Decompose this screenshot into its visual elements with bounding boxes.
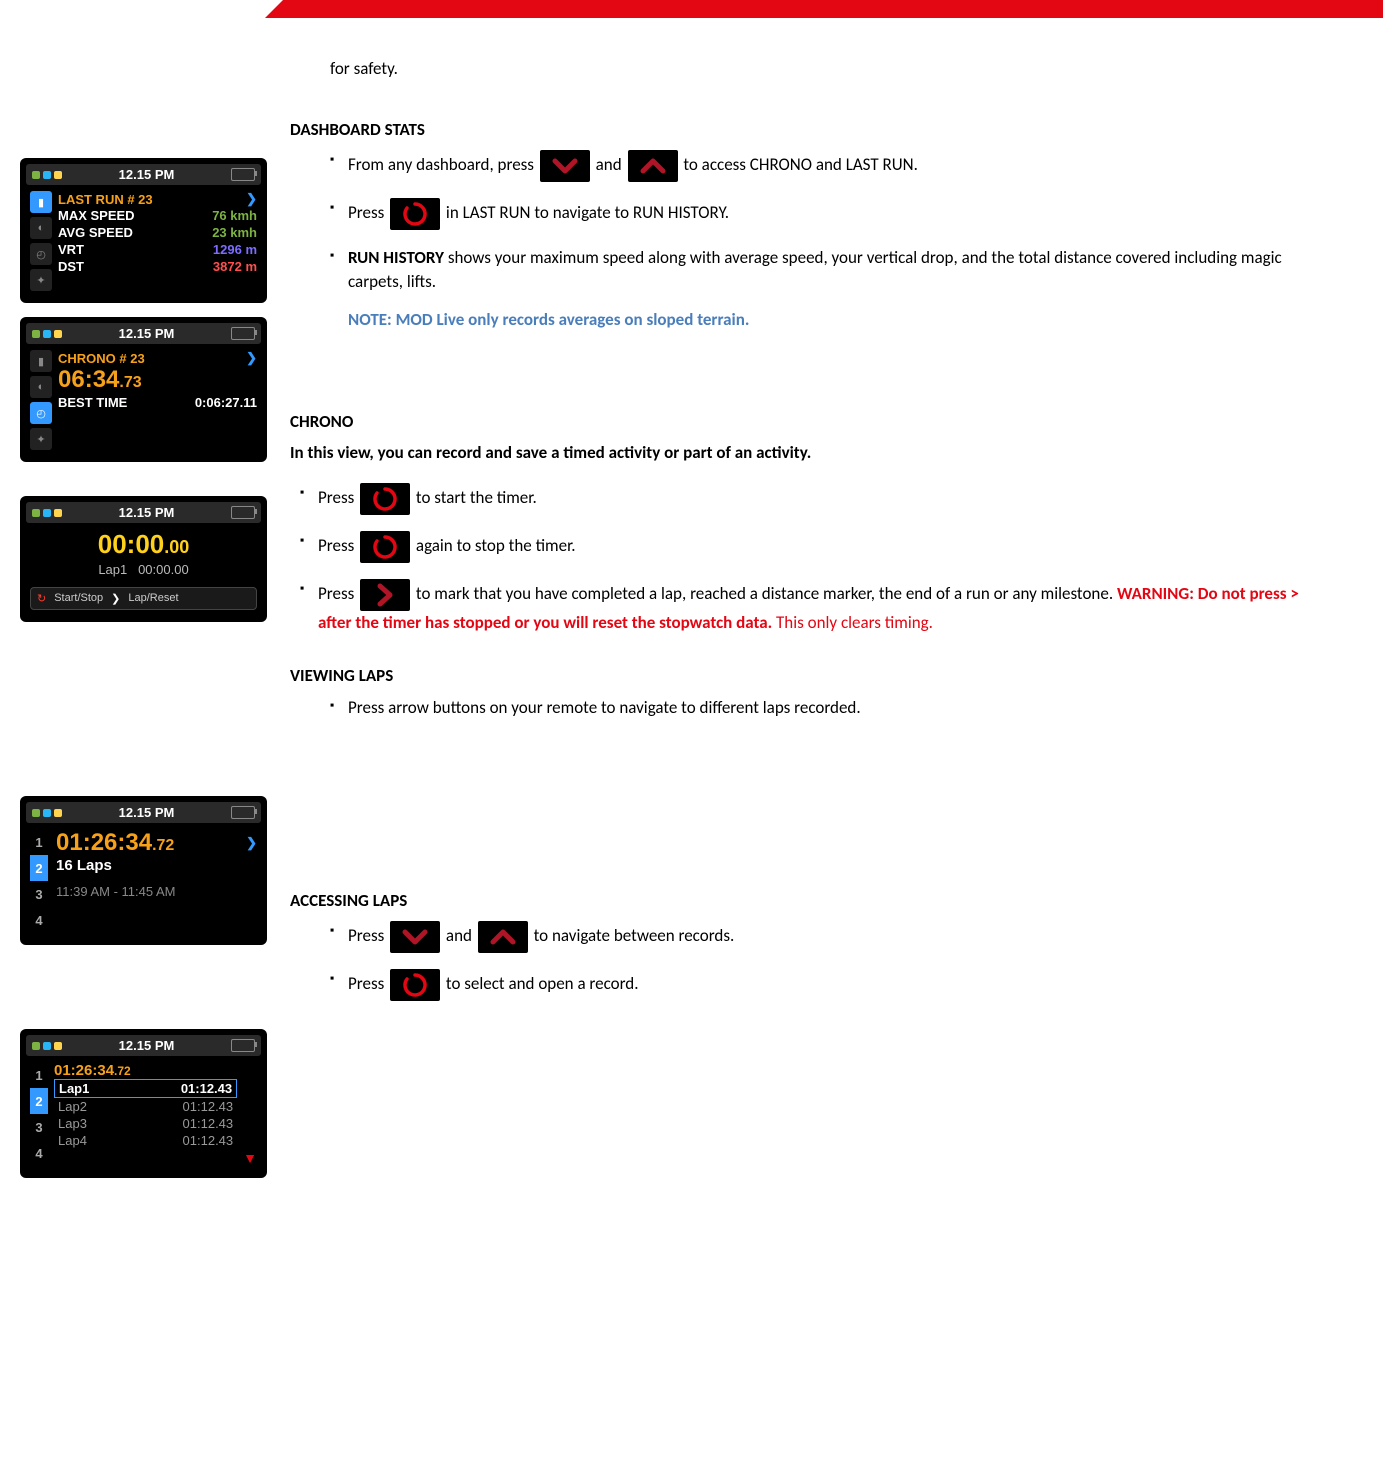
device-screenshot-laps-detail: 12.15 PM 1234 01:26:34.72 Lap101:12.43La…	[20, 1029, 267, 1178]
status-time: 12.15 PM	[119, 505, 175, 520]
content-column: for safety. DASHBOARD STATS From any das…	[290, 58, 1363, 1192]
timer-value: 00:00.00	[30, 529, 257, 560]
up-button-icon	[628, 150, 678, 182]
lapsview-time: 01:26:34.72	[56, 829, 174, 857]
dashboard-bullet-1: From any dashboard, press and to access …	[330, 150, 1323, 182]
lap-index: 3	[30, 881, 48, 907]
lapsview-count: 16 Laps	[56, 857, 257, 874]
status-time: 12.15 PM	[119, 805, 175, 820]
lapsdetail-header: 01:26:34.72	[54, 1062, 237, 1079]
dashboard-bullet-2: Press in LAST RUN to navigate to RUN HIS…	[330, 198, 1323, 230]
device-screenshot-lastrun: 12.15 PM ▮ ◐ ◴ ✦ LAST RUN # 23 ❯ MAX SPE…	[20, 158, 267, 303]
intro-trailing-text: for safety.	[330, 58, 1323, 79]
lap-index: 4	[30, 907, 48, 933]
status-time: 12.15 PM	[119, 326, 175, 341]
status-time: 12.15 PM	[119, 167, 175, 182]
next-button-icon	[360, 579, 410, 611]
select-button-icon	[390, 969, 440, 1001]
hint-startstop: Start/Stop	[54, 592, 103, 605]
lap-index: 2	[30, 855, 48, 881]
sidebar-stats-icon: ▮	[30, 350, 52, 372]
sidebar-gauge-icon: ◐	[30, 376, 52, 398]
stat-row: VRT1296 m	[58, 241, 257, 258]
chrono-bullet-1: Press to start the timer.	[300, 483, 1323, 515]
lap-index: 1	[30, 1062, 48, 1088]
stat-row: DST3872 m	[58, 258, 257, 275]
sidebar-gauge-icon: ◐	[30, 217, 52, 239]
access-bullet-1: Press and to navigate between records.	[330, 921, 1323, 953]
lap-row: Lap201:12.43	[54, 1098, 237, 1115]
header-banner	[0, 0, 1383, 18]
lastrun-header: LAST RUN # 23	[58, 192, 153, 207]
best-time-label: BEST TIME	[58, 395, 127, 410]
screenshot-column: 12.15 PM ▮ ◐ ◴ ✦ LAST RUN # 23 ❯ MAX SPE…	[20, 58, 270, 1192]
device-screenshot-laps-view: 12.15 PM 1234 01:26:34.72 ❯ 16 Laps 11:3…	[20, 796, 267, 945]
hint-lapreset: Lap/Reset	[128, 592, 178, 605]
up-button-icon	[478, 921, 528, 953]
down-arrow-icon: ▼	[243, 1150, 257, 1166]
chrono-header: CHRONO # 23	[58, 351, 145, 366]
access-bullet-2: Press to select and open a record.	[330, 969, 1323, 1001]
lap-index: 3	[30, 1114, 48, 1140]
dashboard-note: NOTE: MOD Live only records averages on …	[348, 309, 749, 330]
heading-accessing-laps: ACCESSING LAPS	[290, 890, 1323, 911]
next-icon: ❯	[246, 350, 257, 366]
heading-dashboard-stats: DASHBOARD STATS	[290, 119, 1323, 140]
sidebar-settings-icon: ✦	[30, 269, 52, 291]
heading-chrono: CHRONO	[290, 411, 1323, 432]
status-time: 12.15 PM	[119, 1038, 175, 1053]
lap-row: Lap401:12.43	[54, 1132, 237, 1149]
lapsview-range: 11:39 AM - 11:45 AM	[56, 884, 257, 899]
chrono-bullet-2: Press again to stop the timer.	[300, 531, 1323, 563]
select-button-icon	[360, 531, 410, 563]
chrono-bullet-3: Press to mark that you have completed a …	[300, 579, 1323, 635]
down-button-icon	[540, 150, 590, 182]
sidebar-stats-icon: ▮	[30, 191, 52, 213]
device-screenshot-chrono-timer: 12.15 PM 00:00.00 Lap1 00:00.00 ↻ Start/…	[20, 496, 267, 622]
lap-row: Lap301:12.43	[54, 1115, 237, 1132]
next-icon: ❯	[246, 191, 257, 207]
swirl-icon: ↻	[37, 592, 46, 605]
timer-lap-label: Lap1	[98, 562, 127, 577]
chrono-intro: In this view, you can record and save a …	[290, 442, 1323, 463]
down-button-icon	[390, 921, 440, 953]
chrono-time: 06:34.73	[58, 366, 257, 394]
timer-lap-value: 00:00.00	[138, 562, 189, 577]
sidebar-settings-icon: ✦	[30, 428, 52, 450]
stat-row: MAX SPEED76 kmh	[58, 207, 257, 224]
sidebar-chrono-icon: ◴	[30, 243, 52, 265]
select-button-icon	[360, 483, 410, 515]
lap-row: Lap101:12.43	[54, 1079, 237, 1098]
device-screenshot-chrono-history: 12.15 PM ▮ ◐ ◴ ✦ CHRONO # 23 ❯ 06:34.73	[20, 317, 267, 462]
lap-index: 4	[30, 1140, 48, 1166]
next-icon: ❯	[246, 835, 257, 851]
best-time-value: 0:06:27.11	[195, 395, 257, 410]
sidebar-chrono-icon: ◴	[30, 402, 52, 424]
dashboard-bullet-3: RUN HISTORY shows your maximum speed alo…	[330, 246, 1323, 331]
next-icon: ❯	[111, 592, 120, 605]
stat-row: AVG SPEED23 kmh	[58, 224, 257, 241]
viewing-bullet-1: Press arrow buttons on your remote to na…	[330, 696, 1323, 720]
heading-viewing-laps: VIEWING LAPS	[290, 665, 1323, 686]
lap-index: 1	[30, 829, 48, 855]
select-button-icon	[390, 198, 440, 230]
lap-index: 2	[30, 1088, 48, 1114]
